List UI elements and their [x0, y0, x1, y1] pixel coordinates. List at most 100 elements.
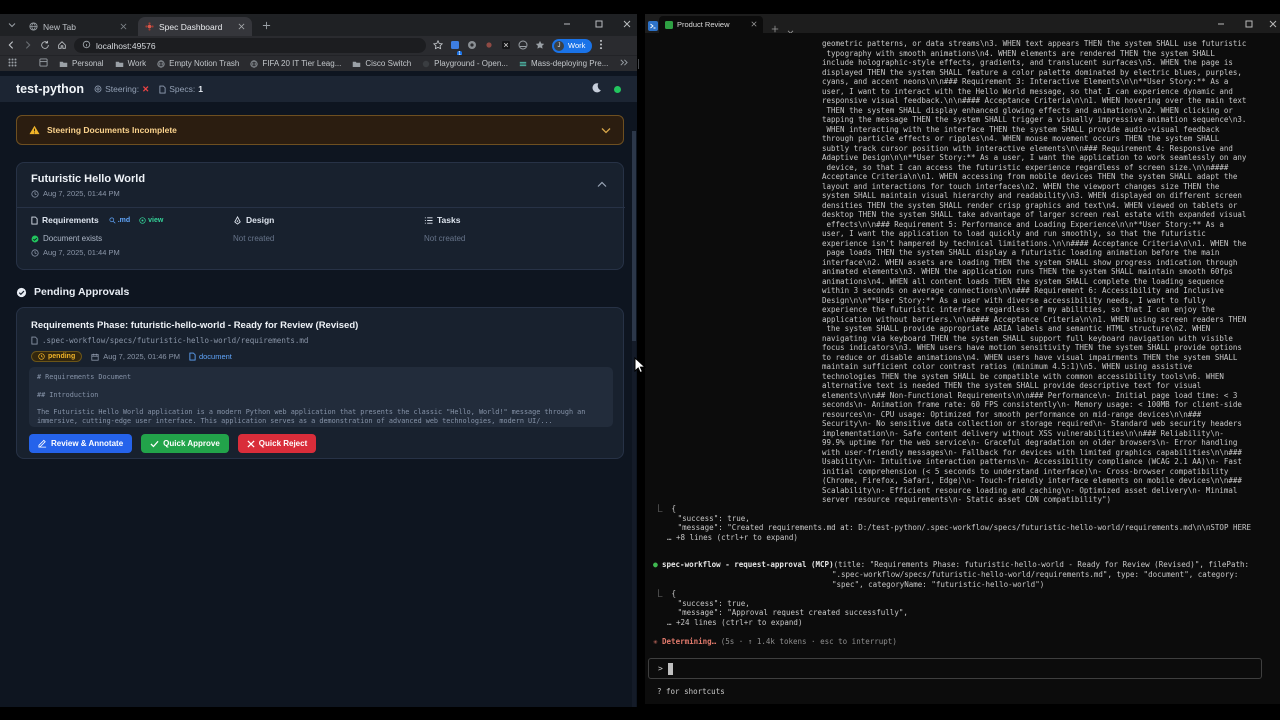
browser-toolbar: localhost:49576 1 J Work — [0, 36, 637, 57]
reading-list-icon[interactable] — [39, 58, 48, 69]
chevron-up-icon[interactable] — [597, 175, 607, 193]
tool-call-line: spec-workflow - request-approval (MCP)(t… — [662, 560, 1249, 570]
close-tab-icon[interactable] — [120, 22, 127, 32]
check-icon — [150, 440, 159, 447]
bookmark-work[interactable]: Work — [115, 59, 146, 68]
quick-reject-button[interactable]: Quick Reject — [237, 434, 317, 453]
extension-icon-3[interactable] — [484, 37, 494, 55]
url-text: localhost:49576 — [96, 40, 156, 51]
home-icon[interactable] — [57, 37, 67, 55]
bookmark-fifa[interactable]: FIFA 20 IT Tier Leag... — [250, 59, 341, 68]
bookmark-empty-notion-trash[interactable]: Empty Notion Trash — [157, 59, 239, 68]
browser-minimize-button[interactable] — [561, 18, 573, 30]
extension-icon-4[interactable] — [501, 37, 511, 55]
tool-call-args: (title: "Requirements Phase: futuristic-… — [833, 560, 1250, 569]
tool-call-name: spec-workflow - request-approval (MCP) — [662, 560, 834, 569]
browser-menu-icon[interactable] — [599, 37, 603, 55]
bookmark-star-icon[interactable] — [432, 37, 444, 55]
page-scrollbar-thumb[interactable] — [632, 131, 636, 341]
divider — [17, 207, 625, 208]
url-bar[interactable]: localhost:49576 — [74, 38, 426, 53]
document-icon — [159, 85, 166, 93]
requirements-status: Document exists — [31, 234, 163, 243]
warning-icon — [29, 125, 40, 135]
browser-close-button[interactable] — [621, 18, 633, 30]
bookmark-personal[interactable]: Personal — [59, 59, 104, 68]
tool-result-1-expand[interactable]: … +8 lines (ctrl+r to expand) — [667, 533, 798, 543]
terminal-titlebar: Product Review — [645, 14, 1280, 34]
browser-tabstrip: New Tab Spec Dashboard — [0, 14, 637, 36]
terminal-tab[interactable]: Product Review — [659, 16, 763, 33]
requirements-timestamp: Aug 7, 2025, 01:44 PM — [31, 248, 163, 257]
browser-maximize-button[interactable] — [593, 18, 605, 30]
bookmark-mass-deploying[interactable]: Mass-deploying Pre... — [519, 59, 608, 68]
tool-result-2-expand[interactable]: … +24 lines (ctrl+r to expand) — [667, 618, 802, 628]
x-icon — [247, 439, 255, 448]
terminal-tab-label: Product Review — [677, 20, 730, 29]
document-icon — [31, 216, 38, 224]
search-icon — [109, 216, 116, 224]
spec-dashboard-favicon — [145, 22, 154, 31]
site-info-icon[interactable] — [82, 40, 91, 51]
approval-badges: pending Aug 7, 2025, 01:46 PM document — [31, 351, 232, 362]
bookmarks-overflow-icon[interactable] — [619, 58, 629, 69]
approval-timestamp: Aug 7, 2025, 01:46 PM — [91, 352, 180, 361]
reload-icon[interactable] — [40, 37, 50, 55]
extension-icon-1[interactable]: 1 — [450, 37, 462, 57]
spec-card: Futuristic Hello World Aug 7, 2025, 01:4… — [16, 162, 625, 270]
side-panel-icon[interactable] — [535, 37, 545, 55]
product-review-icon — [665, 20, 673, 29]
chevron-down-icon[interactable] — [601, 121, 611, 139]
tab-new-tab[interactable]: New Tab — [22, 17, 134, 36]
terminal-input-box[interactable]: > — [648, 658, 1262, 679]
bookmark-playground[interactable]: Playground - Open... — [422, 59, 508, 68]
terminal-minimize-button[interactable] — [1215, 18, 1227, 30]
close-tab-icon[interactable] — [751, 20, 757, 29]
tool-result-2: ⎿ { "success": true, "message": "Approva… — [655, 589, 908, 617]
text-cursor — [668, 663, 673, 675]
steering-status: Steering: ✕ — [94, 84, 149, 95]
extension-icon-2[interactable] — [467, 37, 477, 55]
mouse-cursor — [634, 356, 647, 375]
dark-mode-toggle[interactable] — [591, 80, 602, 98]
back-icon[interactable] — [6, 37, 16, 55]
close-tab-icon[interactable] — [238, 22, 245, 32]
document-preview: # Requirements Document ## Introduction … — [29, 367, 613, 427]
approval-card: Requirements Phase: futuristic-hello-wor… — [16, 307, 624, 459]
column-design: Design Not created — [233, 215, 275, 243]
steering-warning-banner[interactable]: Steering Documents Incomplete — [16, 115, 624, 145]
tab-spec-dashboard[interactable]: Spec Dashboard — [138, 17, 252, 36]
browser-window: New Tab Spec Dashboard localhost:49576 1… — [0, 14, 714, 707]
terminal-content[interactable]: geometric patterns, or data streams\n3. … — [645, 33, 1280, 704]
check-circle-icon — [31, 235, 39, 242]
status-line: ✳ Determining… (5s · ↑ 1.4k tokens · esc… — [653, 637, 897, 647]
terminal-maximize-button[interactable] — [1243, 18, 1255, 30]
tab-label: Spec Dashboard — [159, 21, 223, 32]
approval-type-badge: document — [189, 352, 232, 361]
dashboard-header: test-python Steering: ✕ Specs: 1 — [0, 76, 637, 102]
steering-x: ✕ — [142, 83, 150, 94]
target-icon — [94, 85, 102, 93]
extension-icon-5[interactable] — [518, 37, 528, 55]
requirements-md-link[interactable]: .md — [109, 217, 130, 224]
quick-approve-button[interactable]: Quick Approve — [141, 434, 229, 453]
terminal-close-button[interactable] — [1267, 18, 1279, 30]
spec-dashboard-page: test-python Steering: ✕ Specs: 1 Steerin… — [0, 71, 637, 707]
new-tab-button[interactable] — [260, 19, 272, 31]
eye-icon — [139, 216, 146, 224]
review-annotate-button[interactable]: Review & Annotate — [29, 434, 133, 453]
tasks-status: Not created — [424, 234, 466, 243]
design-status: Not created — [233, 234, 275, 243]
warning-text: Steering Documents Incomplete — [47, 125, 177, 135]
forward-icon[interactable] — [23, 37, 33, 55]
requirements-view-link[interactable]: view — [139, 217, 163, 224]
status-detail: (5s · ↑ 1.4k tokens · esc to interrupt) — [720, 637, 897, 646]
calendar-icon — [91, 353, 99, 361]
profile-chip[interactable]: J Work — [552, 38, 593, 53]
tab-search-icon[interactable] — [6, 19, 18, 31]
connection-status-dot — [614, 85, 621, 93]
apps-grid-icon[interactable] — [8, 58, 17, 69]
bookmark-cisco-switch[interactable]: Cisco Switch — [352, 59, 411, 68]
globe-icon — [29, 22, 38, 31]
document-icon — [189, 352, 196, 361]
